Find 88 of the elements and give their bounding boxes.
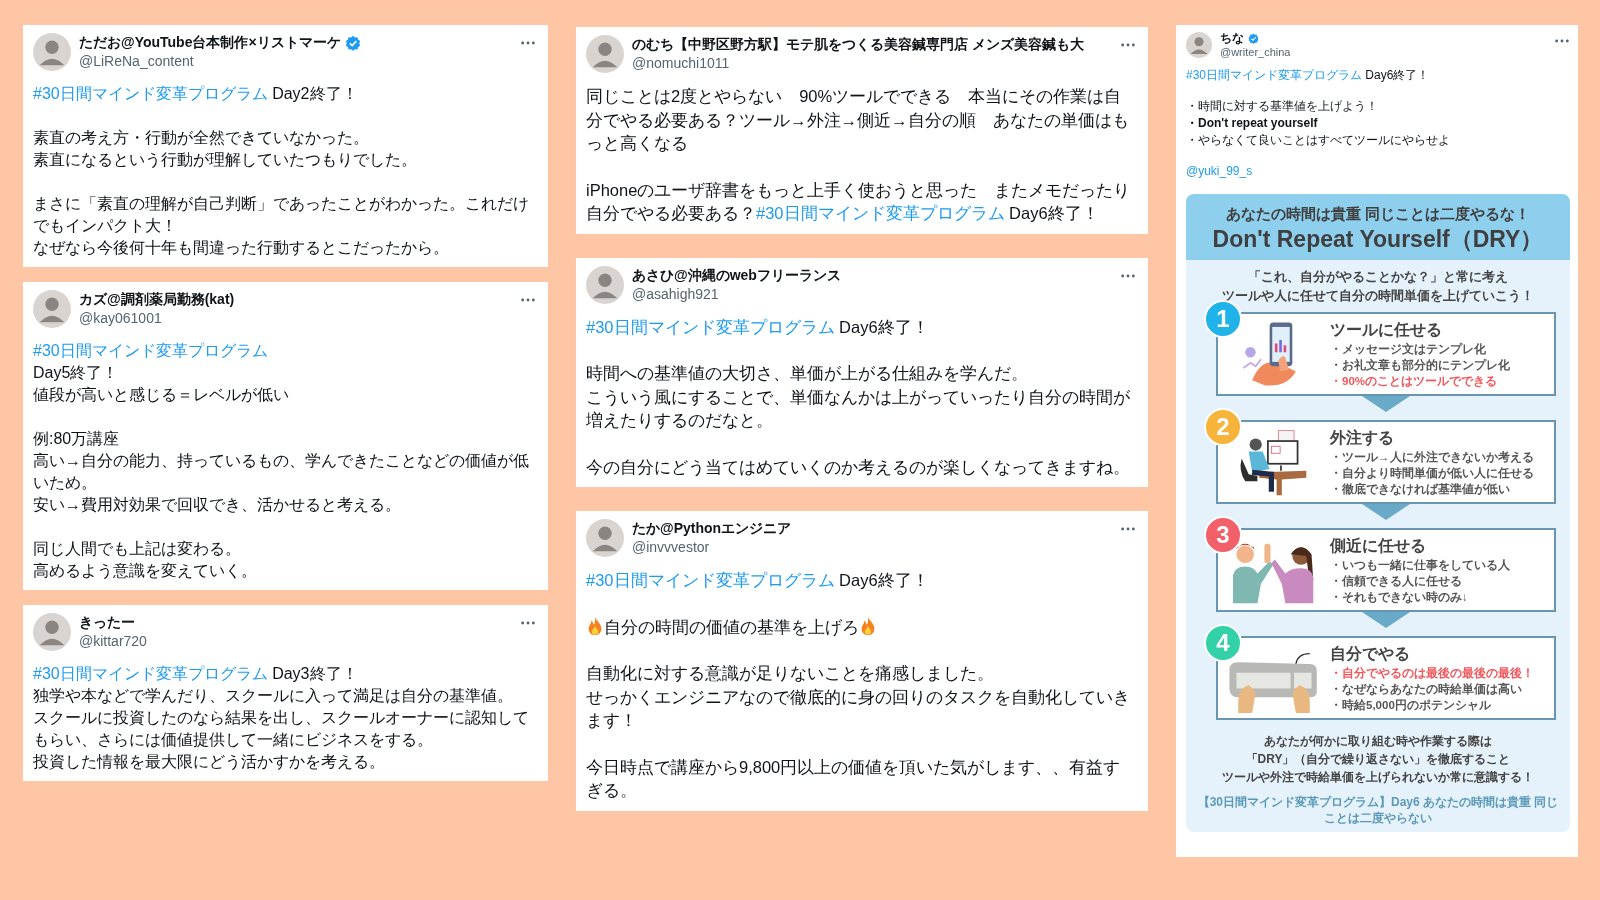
more-options-icon[interactable] xyxy=(1554,39,1570,43)
avatar-icon[interactable] xyxy=(586,35,624,73)
infographic-title: Don't Repeat Yourself（DRY） xyxy=(1211,225,1545,254)
step-number: 2 xyxy=(1204,408,1242,446)
tweet-text: 時間への基準値の大切さ、単価が上がる仕組みを学んだ。 xyxy=(586,363,1029,384)
tweet-text: 自分の時間の価値の基準を上げろ xyxy=(586,615,1136,639)
tweet-text: iPhoneのユーザ辞書をもっと上手く使おうと思った またメモだったり自分でやる必要ある？#30日間マインド変革プログラム Day6終了！ xyxy=(586,179,1132,224)
tweet-text: ・時間に対する基準値を上げよう！ xyxy=(1186,98,1379,115)
tweet-text: こういう風にすることで、単価なんかは上がっていったり自分の時間が増えたりするのだなと。 xyxy=(586,386,1131,431)
infographic-caption: 【30日間マインド変革プログラム】Day6 あなたの時間は貴重 同じことは二度やらない xyxy=(1196,794,1560,826)
tweet-text: 同じ人間でも上記は変わる。 xyxy=(33,539,242,559)
tweet-text: 高めるよう意識を変えていく。 xyxy=(33,561,258,581)
user-handle[interactable]: @kay061001 xyxy=(79,309,512,328)
avatar-icon[interactable] xyxy=(33,290,71,328)
step-bullet: ・それもできない時のみ↓ xyxy=(1330,590,1469,605)
more-options-icon[interactable] xyxy=(520,298,536,302)
tweet-text: #30日間マインド変革プログラム Day6終了！ xyxy=(1186,67,1431,84)
tweet-text: ・Don't repeat yourself xyxy=(1186,115,1319,132)
step-bullet: ・時給5,000円のポテンシャル xyxy=(1330,698,1492,713)
user-name[interactable]: たか@Pythonエンジニア xyxy=(632,519,792,538)
more-options-icon[interactable] xyxy=(1120,527,1136,531)
tweet-text: 投資した情報を最大限にどう活かすかを考える。 xyxy=(33,752,386,772)
tweet-text: まさに「素直の理解が自己判断」であったことがわかった。これだけでもインパクト大！ xyxy=(33,194,530,236)
step-number: 1 xyxy=(1204,300,1242,338)
step-number: 4 xyxy=(1204,624,1242,662)
more-options-icon[interactable] xyxy=(520,621,536,625)
step-bullet: ・自分より時間単価が低い人に任せる xyxy=(1330,466,1535,481)
step-title: 側近に任せる xyxy=(1330,536,1427,556)
tweet-text: なぜなら今後何十年も間違った行動するとこだったから。 xyxy=(33,238,450,258)
avatar-icon[interactable] xyxy=(1186,32,1212,58)
tweet-text: 素直の考え方・行動が全然できていなかった。 xyxy=(33,128,370,148)
avatar-icon[interactable] xyxy=(586,519,624,557)
tweet-text: #30日間マインド変革プログラム Day3終了！ xyxy=(33,664,359,684)
step-bullet: ・メッセージ文はテンプレ化 xyxy=(1330,341,1487,357)
fire-icon xyxy=(859,615,877,636)
fire-icon xyxy=(586,615,604,636)
tweet-text: 自動化に対する意識が足りないことを痛感しました。 xyxy=(586,663,995,684)
step-bullet: ・お礼文章も部分的にテンプレ化 xyxy=(1330,357,1511,373)
tweet-text: 独学や本などで学んだり、スクールに入って満足は自分の基準値。 xyxy=(33,686,514,706)
avatar-icon[interactable] xyxy=(33,33,71,71)
tweet-text: Day5終了！ xyxy=(33,363,120,383)
step-title: 自分でやる xyxy=(1330,644,1411,664)
step-title: ツールに任せる xyxy=(1330,320,1443,340)
step-title: 外注する xyxy=(1330,428,1395,448)
user-name[interactable]: のむち【中野区野方駅】モテ肌をつくる美容鍼専門店 メンズ美容鍼も大 xyxy=(632,35,1084,54)
user-handle[interactable]: @nomuchi1011 xyxy=(632,54,1112,73)
user-handle[interactable]: @writer_china xyxy=(1220,45,1546,59)
tweet-text: #30日間マインド変革プログラム Day6終了！ xyxy=(586,316,930,338)
tweet-text: #30日間マインド変革プログラム Day6終了！ xyxy=(586,570,930,591)
user-handle[interactable]: @invvvestor xyxy=(632,538,1112,557)
step-bullet: ・いつも一緒に仕事をしている人 xyxy=(1330,558,1511,573)
step-bullet: ・信頼できる人に任せる xyxy=(1330,574,1463,589)
tweet-text: 今日時点で講座から9,800円以上の価値を頂いた気がします、、有益すぎる。 xyxy=(586,756,1122,801)
user-name[interactable]: きったー xyxy=(79,613,135,632)
step-bullet: ・90%のことはツールでできる xyxy=(1330,374,1499,389)
more-options-icon[interactable] xyxy=(1120,273,1136,278)
tweet-text: ・やらなくて良いことはすべてツールにやらせよ xyxy=(1186,132,1451,149)
tweet-text: 今の自分にどう当てはめていくのか考えるのが楽しくなってきますね。 xyxy=(586,456,1131,478)
summary-text: 「DRY」（自分で繰り返さない」を徹底すること xyxy=(1244,751,1512,768)
user-name[interactable]: あさひ@沖縄のwebフリーランス xyxy=(632,265,841,285)
more-options-icon[interactable] xyxy=(1120,43,1136,47)
summary-text: ツールや外注で時給単価を上げられないか常に意識する！ xyxy=(1222,769,1534,786)
step-bullet: ・徹底できなければ基準値が低い xyxy=(1330,481,1511,497)
tweet-text: スクールに投資したのなら結果を出し、スクールオーナーに認知してもらい、さらには価値提供して一緒にビジネスをする。 xyxy=(33,708,530,750)
user-name[interactable]: ちな xyxy=(1220,31,1244,45)
tweet-text: 例:80万講座 xyxy=(33,429,121,449)
user-name[interactable]: ただお@YouTube台本制作×リストマーケ xyxy=(79,33,341,52)
avatar-icon[interactable] xyxy=(33,613,71,651)
tweet-text: 高い→自分の能力、持っているもの、学んできたことなどの価値が低いため。 xyxy=(33,451,530,493)
tweet-text: #30日間マインド変革プログラム Day2終了！ xyxy=(33,84,359,104)
user-name[interactable]: カズ@調剤薬局勤務(kat) xyxy=(79,290,235,309)
tweet-text: 値段が高いと感じる＝レベルが低い xyxy=(33,385,290,405)
user-handle[interactable]: @kittar720 xyxy=(79,632,512,651)
intro-text: 「これ、自分がやることかな？」と常に考え xyxy=(1247,269,1509,286)
infographic-headline: あなたの時間は貴重 同じことは二度やるな！ xyxy=(1224,204,1532,224)
user-handle[interactable]: @asahigh921 xyxy=(632,284,1112,304)
step-bullet: ・自分でやるのは最後の最後の最後！ xyxy=(1330,666,1535,681)
more-options-icon[interactable] xyxy=(520,41,536,45)
step-number: 3 xyxy=(1204,516,1242,554)
tweet-text: せっかくエンジニアなので徹底的に身の回りのタスクを自動化していきます！ xyxy=(586,686,1131,731)
step-bullet: ・ツール→人に外注できないか考える xyxy=(1330,449,1535,465)
avatar-icon[interactable] xyxy=(586,265,624,304)
step-bullet: ・なぜならあなたの時給単価は高い xyxy=(1330,681,1523,697)
summary-text: あなたが何かに取り組む時や作業する際は xyxy=(1263,733,1493,750)
tweet-text: 素直になるという行動が理解していたつもりでした。 xyxy=(33,150,418,170)
tweet-text: 同じことは2度とやらない 90%ツールでできる 本当にその作業は自分でやる必要ある？ツール→外注→側近→自分の順 あなたの単価はもっと高くなる xyxy=(586,86,1130,154)
tweet-text: 安い→費用対効果で回収でき、活かせると考える。 xyxy=(33,495,402,515)
user-handle[interactable]: @LiReNa_content xyxy=(79,52,512,71)
